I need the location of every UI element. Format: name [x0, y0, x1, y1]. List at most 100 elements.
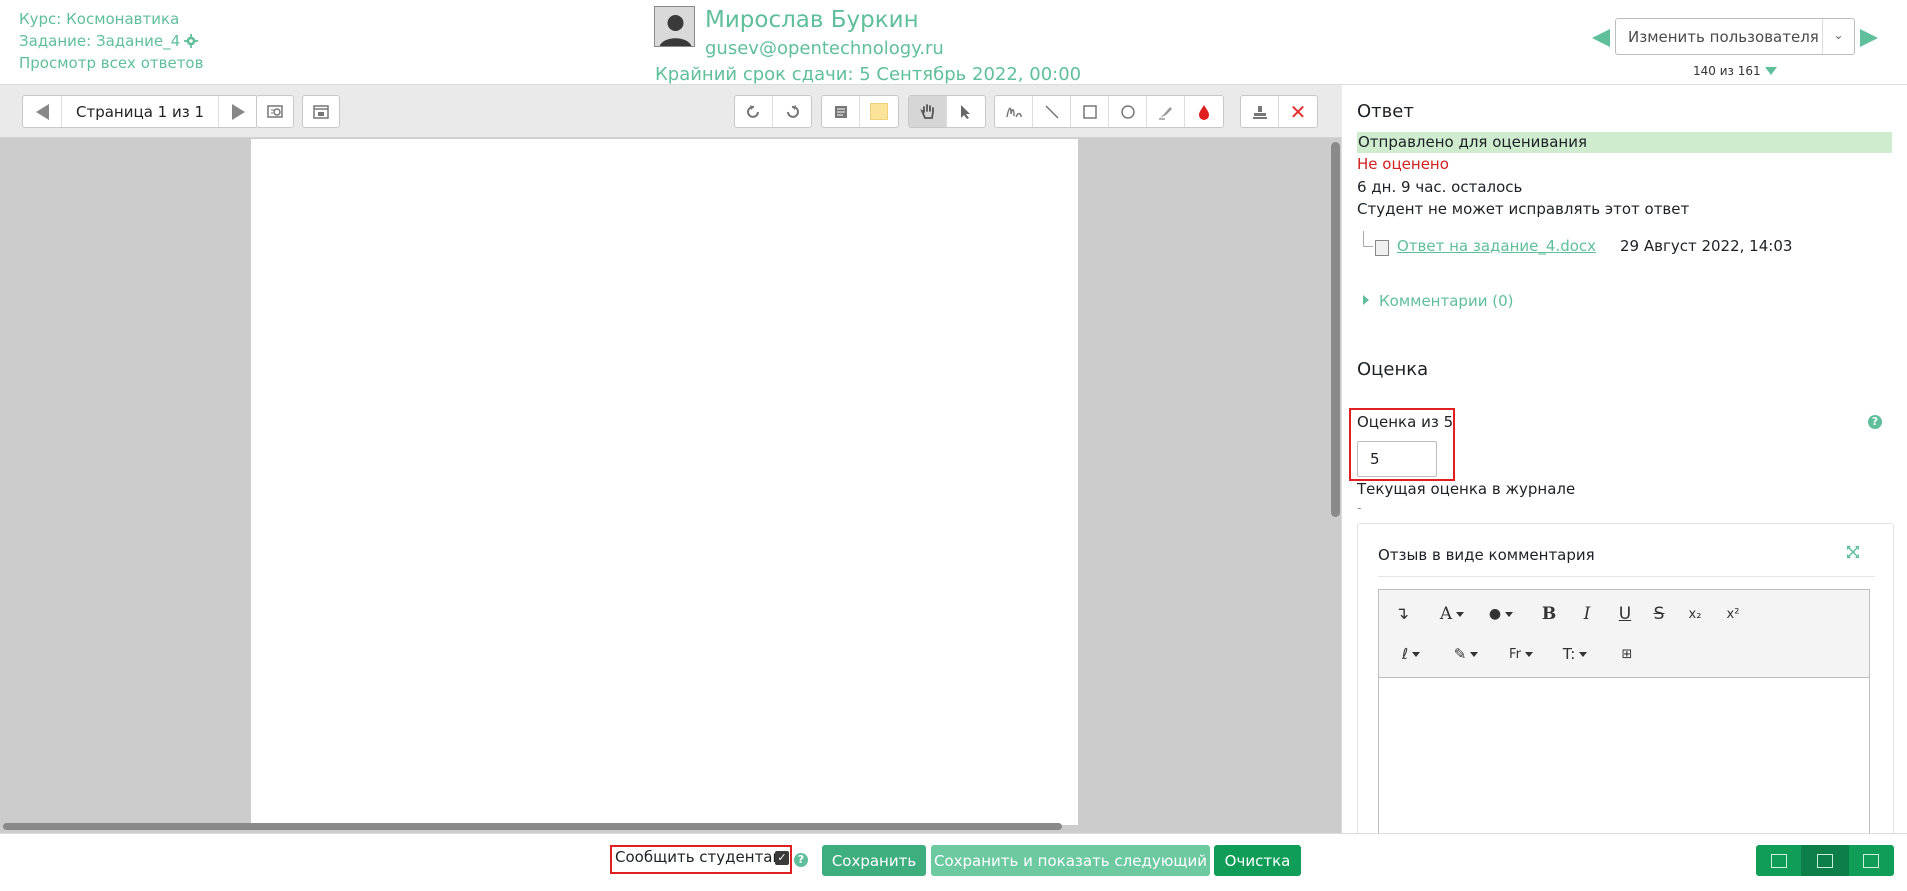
header-nav-links: Курс: Космонавтика Задание: Задание_4 Пр… — [19, 8, 203, 74]
change-user-select[interactable]: Изменить пользователя ⌄ — [1615, 18, 1855, 55]
gear-icon[interactable] — [184, 34, 199, 48]
change-user-placeholder: Изменить пользователя — [1628, 28, 1819, 46]
user-name[interactable]: Мирослав Буркин — [705, 7, 919, 33]
dropdown-caret-icon — [1412, 651, 1421, 657]
collapse-toolbar-button[interactable]: ↴ — [1391, 599, 1413, 629]
layout-right-panel-icon — [1863, 853, 1880, 868]
search-comments-icon — [267, 104, 283, 118]
search-comments-button[interactable] — [256, 95, 294, 128]
font-color-drop-icon: ● — [1488, 606, 1502, 622]
help-icon[interactable]: ? — [1868, 415, 1882, 429]
page-indicator[interactable]: Страница 1 из 1 — [61, 96, 219, 127]
save-button[interactable]: Сохранить — [822, 845, 926, 876]
assignment-link[interactable]: Задание: Задание_4 — [19, 30, 203, 52]
grade-input[interactable] — [1357, 441, 1437, 477]
grading-footer: Сообщить студентам ✓ ? Сохранить Сохрани… — [0, 833, 1907, 891]
previous-user-arrow-icon[interactable] — [1592, 29, 1610, 47]
superscript-button[interactable]: x² — [1721, 599, 1745, 629]
toggle-arrow-icon: ↴ — [1394, 604, 1410, 624]
font-color-button[interactable]: ● — [1485, 599, 1517, 629]
stamp-tool-button[interactable] — [1241, 96, 1279, 127]
notify-students-label[interactable]: Сообщить студентам — [615, 848, 784, 866]
filter-icon[interactable] — [1764, 67, 1777, 75]
user-email[interactable]: gusev@opentechnology.ru — [705, 38, 944, 59]
font-family-button[interactable]: Fr — [1505, 639, 1537, 669]
user-silhouette-icon — [655, 7, 694, 46]
italic-icon: I — [1583, 604, 1591, 624]
avatar[interactable] — [654, 6, 695, 47]
oval-icon — [1120, 104, 1135, 119]
font-family-icon: Fr — [1509, 646, 1521, 662]
delete-annotation-button[interactable]: ✕ — [1279, 96, 1317, 127]
rotate-group — [734, 95, 812, 128]
grading-status: Не оценено — [1357, 155, 1449, 173]
select-pointer-icon — [961, 104, 970, 119]
caret-right-icon — [1363, 295, 1369, 305]
line-tool-button[interactable] — [1033, 96, 1071, 127]
expand-icon[interactable] — [1845, 544, 1861, 560]
font-style-icon: A — [1439, 604, 1453, 624]
strikethrough-button[interactable]: S — [1649, 599, 1669, 629]
expand-viewer-button[interactable] — [302, 95, 340, 128]
select-tool-button[interactable] — [947, 96, 985, 127]
underline-button[interactable]: U — [1615, 599, 1635, 629]
vertical-scrollbar[interactable] — [1331, 142, 1340, 517]
course-link[interactable]: Курс: Космонавтика — [19, 8, 203, 30]
prev-page-button[interactable] — [23, 96, 61, 127]
rotate-left-icon — [746, 104, 759, 118]
highlight-color-button[interactable]: ✎ — [1449, 639, 1483, 669]
stamp-icon — [1252, 105, 1267, 119]
document-canvas[interactable] — [0, 139, 1342, 825]
comment-tool-button[interactable] — [822, 96, 860, 127]
submission-file-link[interactable]: Ответ на задание_4.docx — [1397, 237, 1596, 255]
document-file-icon — [1375, 240, 1389, 256]
rotate-left-button[interactable] — [735, 96, 773, 127]
user-counter: 140 из 161 — [1693, 64, 1777, 78]
divider — [1378, 576, 1875, 577]
stamp-delete-group: ✕ — [1240, 95, 1318, 128]
save-and-next-button[interactable]: Сохранить и показать следующий — [931, 845, 1210, 876]
pdf-viewer: Страница 1 из 1 ✕ — [0, 85, 1342, 833]
layout-collapse-grade-button[interactable] — [1848, 845, 1894, 876]
comments-toggle[interactable]: Комментарии (0) — [1363, 292, 1513, 310]
font-size-button[interactable]: T: — [1559, 639, 1591, 669]
annotation-toolbar: Страница 1 из 1 ✕ — [0, 85, 1342, 138]
subscript-button[interactable]: x₂ — [1683, 599, 1707, 629]
rotate-right-button[interactable] — [773, 96, 811, 127]
hand-tool-button[interactable] — [909, 96, 947, 127]
font-style-button[interactable]: A — [1435, 599, 1469, 629]
pen-tool-button[interactable] — [995, 96, 1033, 127]
rectangle-icon — [1082, 104, 1097, 119]
bold-button[interactable]: B — [1539, 599, 1559, 629]
font-size-icon: T: — [1562, 645, 1576, 663]
italic-button[interactable]: I — [1577, 599, 1597, 629]
view-all-submissions-link[interactable]: Просмотр всех ответов — [19, 52, 203, 74]
comment-color-button[interactable] — [860, 96, 898, 127]
more-tools-button[interactable]: ⊞ — [1615, 639, 1639, 669]
edit-status: Студент не может исправлять этот ответ — [1357, 200, 1690, 218]
next-user-arrow-icon[interactable] — [1860, 29, 1878, 47]
paragraph-format-icon: ℓ — [1401, 645, 1409, 663]
layout-switcher — [1756, 845, 1894, 876]
comments-toggle-label: Комментарии (0) — [1379, 292, 1514, 310]
hand-icon — [919, 103, 934, 119]
rectangle-tool-button[interactable] — [1071, 96, 1109, 127]
highlighter-tool-button[interactable] — [1147, 96, 1185, 127]
delete-icon: ✕ — [1289, 99, 1307, 124]
paragraph-format-button[interactable]: ℓ — [1395, 639, 1427, 669]
notify-students-checkbox[interactable]: ✓ — [775, 851, 789, 865]
annotation-color-button[interactable] — [1185, 96, 1223, 127]
layout-collapse-review-button[interactable] — [1756, 845, 1803, 876]
submission-file: Ответ на задание_4.docx 29 Август 2022, … — [1363, 231, 1893, 259]
help-icon[interactable]: ? — [794, 853, 808, 867]
layout-default-button[interactable] — [1802, 845, 1849, 876]
next-page-button[interactable] — [219, 96, 257, 127]
submission-status: Отправлено для оценивания — [1357, 132, 1892, 153]
oval-tool-button[interactable] — [1109, 96, 1147, 127]
grade-label: Оценка из 5 — [1357, 413, 1454, 431]
reset-button[interactable]: Очистка — [1214, 845, 1301, 876]
comment-icon — [834, 105, 847, 118]
document-page[interactable] — [251, 139, 1078, 825]
dropdown-caret-icon — [1579, 651, 1588, 657]
horizontal-scrollbar[interactable] — [3, 823, 1062, 830]
